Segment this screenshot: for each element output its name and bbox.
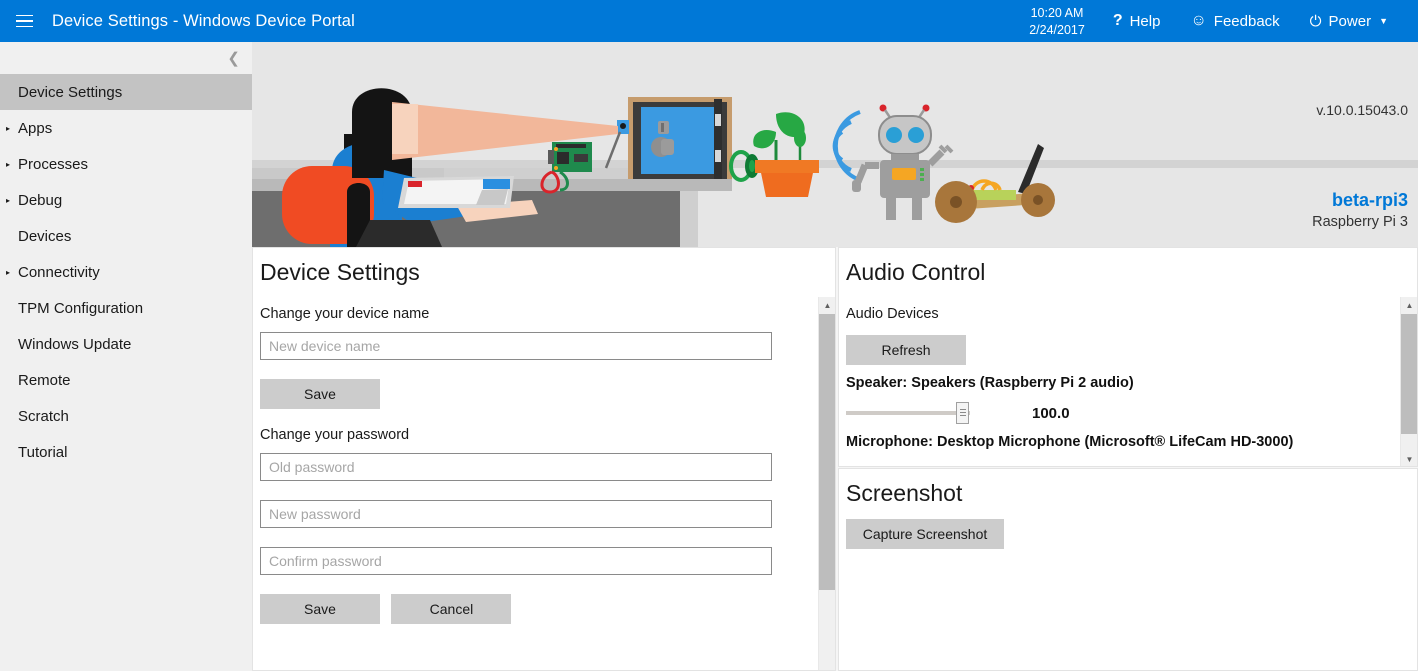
scroll-up-icon[interactable]: ▲ [1401, 297, 1417, 314]
device-settings-scrollbar[interactable]: ▲ [818, 297, 835, 670]
audio-refresh-actions: Refresh [846, 335, 1410, 365]
confirm-password-input[interactable] [260, 547, 772, 575]
screenshot-body: Capture Screenshot [839, 519, 1417, 549]
password-actions: Save Cancel [260, 594, 828, 624]
smiley-face-icon: ☺ [1190, 12, 1207, 29]
chevron-down-icon: ▼ [1379, 16, 1388, 26]
power-icon: ⏻ [1309, 12, 1322, 30]
capture-screenshot-button[interactable]: Capture Screenshot [846, 519, 1004, 549]
speaker-volume-slider[interactable] [846, 402, 970, 424]
sidebar-item-remote[interactable]: ▸Remote [0, 362, 252, 398]
screenshot-title: Screenshot [846, 480, 963, 506]
sidebar-item-tpm-configuration[interactable]: ▸TPM Configuration [0, 290, 252, 326]
help-label: Help [1129, 12, 1161, 30]
question-mark-icon: ? [1112, 12, 1123, 29]
hamburger-bar [15, 25, 33, 28]
audio-control-body: Audio Devices Refresh Speaker: Speakers … [839, 306, 1417, 450]
sidebar-item-label: Apps [18, 119, 53, 137]
main-content: Device Settings Change your device name … [252, 247, 1418, 671]
clock: 10:20 AM 2/24/2017 [1029, 3, 1085, 39]
screenshot-panel: Screenshot Capture Screenshot [838, 468, 1418, 671]
power-label: Power [1328, 12, 1372, 30]
sidebar-item-label: Scratch [18, 407, 69, 425]
hamburger-menu-icon[interactable] [0, 0, 48, 42]
password-label: Change your password [260, 427, 410, 443]
sidebar-item-label: Tutorial [18, 443, 68, 461]
clock-date: 2/24/2017 [1029, 23, 1085, 37]
sidebar-item-windows-update[interactable]: ▸Windows Update [0, 326, 252, 362]
device-name-input[interactable] [260, 332, 772, 360]
help-button[interactable]: ? Help [1113, 12, 1161, 30]
chevron-left-icon: ❮ [227, 49, 240, 67]
audio-control-title: Audio Control [846, 259, 986, 285]
expand-arrow-icon: ▸ [6, 123, 11, 133]
sidebar-item-label: Devices [18, 227, 72, 245]
scrollbar-thumb[interactable] [1401, 314, 1417, 434]
sidebar: ❮ ▸Device Settings▸Apps▸Processes▸Debug▸… [0, 42, 252, 671]
audio-control-panel: Audio Control Audio Devices Refresh Spea… [838, 247, 1418, 467]
scroll-up-icon[interactable]: ▲ [819, 297, 835, 314]
save-device-name-button[interactable]: Save [260, 379, 380, 409]
sidebar-nav-list: ▸Device Settings▸Apps▸Processes▸Debug▸De… [0, 74, 252, 470]
sidebar-item-device-settings[interactable]: ▸Device Settings [0, 74, 252, 110]
sidebar-item-label: Connectivity [18, 263, 100, 281]
device-settings-title: Device Settings [260, 259, 420, 285]
sidebar-item-label: Windows Update [18, 335, 132, 353]
cancel-password-button[interactable]: Cancel [391, 594, 512, 624]
clock-time: 10:20 AM [1030, 6, 1084, 20]
power-button[interactable]: ⏻ Power ▼ [1310, 13, 1388, 30]
app-header: Device Settings - Windows Device Portal … [0, 0, 1418, 42]
expand-arrow-icon: ▸ [6, 267, 11, 277]
device-name-actions: Save [260, 379, 828, 409]
sidebar-item-apps[interactable]: ▸ Apps [0, 110, 252, 146]
slider-grip-icon [959, 409, 966, 417]
device-settings-panel: Device Settings Change your device name … [252, 247, 836, 671]
sidebar-item-tutorial[interactable]: ▸Tutorial [0, 434, 252, 470]
page-title: Device Settings - Windows Device Portal [52, 11, 355, 30]
sidebar-collapse-button[interactable]: ❮ [0, 42, 252, 74]
device-name-label: Change your device name [260, 306, 430, 322]
hamburger-bar [15, 20, 33, 22]
hamburger-bar [15, 14, 33, 17]
new-password-input[interactable] [260, 500, 772, 528]
device-settings-body: Change your device name Save Change your… [253, 306, 835, 624]
scrollbar-thumb[interactable] [819, 314, 835, 590]
sidebar-item-label: TPM Configuration [18, 299, 144, 317]
slider-handle[interactable] [956, 402, 969, 424]
sidebar-item-label: Debug [18, 191, 63, 209]
speaker-device-label: Speaker: Speakers (Raspberry Pi 2 audio) [846, 375, 1134, 391]
scroll-down-icon[interactable]: ▼ [1401, 451, 1417, 466]
os-version: v.10.0.15043.0 [1316, 102, 1408, 118]
sidebar-item-debug[interactable]: ▸ Debug [0, 182, 252, 218]
feedback-button[interactable]: ☺ Feedback [1190, 12, 1279, 30]
screenshot-actions: Capture Screenshot [846, 519, 1410, 549]
header-actions: 10:20 AM 2/24/2017 ? Help ☺ Feedback ⏻ P… [1029, 0, 1418, 42]
speaker-volume-value: 100.0 [1032, 404, 1070, 422]
sidebar-item-scratch[interactable]: ▸Scratch [0, 398, 252, 434]
feedback-label: Feedback [1213, 12, 1280, 30]
iot-workbench-illustration [252, 42, 1418, 247]
audio-devices-label: Audio Devices [846, 306, 939, 322]
speaker-volume-row: 100.0 [846, 402, 1410, 424]
save-password-button[interactable]: Save [260, 594, 380, 624]
old-password-input[interactable] [260, 453, 772, 481]
sidebar-item-connectivity[interactable]: ▸ Connectivity [0, 254, 252, 290]
refresh-audio-devices-button[interactable]: Refresh [846, 335, 966, 365]
slider-track [846, 411, 970, 415]
sidebar-item-devices[interactable]: ▸Devices [0, 218, 252, 254]
device-info: beta-rpi3 Raspberry Pi 3 [1312, 189, 1408, 233]
audio-control-scrollbar[interactable]: ▲ ▼ [1400, 297, 1417, 466]
sidebar-item-label: Remote [18, 371, 71, 389]
sidebar-item-label: Processes [18, 155, 89, 173]
device-model: Raspberry Pi 3 [1312, 214, 1408, 230]
expand-arrow-icon: ▸ [6, 159, 11, 169]
expand-arrow-icon: ▸ [6, 195, 11, 205]
sidebar-item-label: Device Settings [18, 83, 123, 101]
hero-banner: v.10.0.15043.0 beta-rpi3 Raspberry Pi 3 [252, 42, 1418, 247]
sidebar-item-processes[interactable]: ▸ Processes [0, 146, 252, 182]
device-name: beta-rpi3 [1331, 190, 1408, 210]
microphone-device-label: Microphone: Desktop Microphone (Microsof… [846, 434, 1294, 450]
